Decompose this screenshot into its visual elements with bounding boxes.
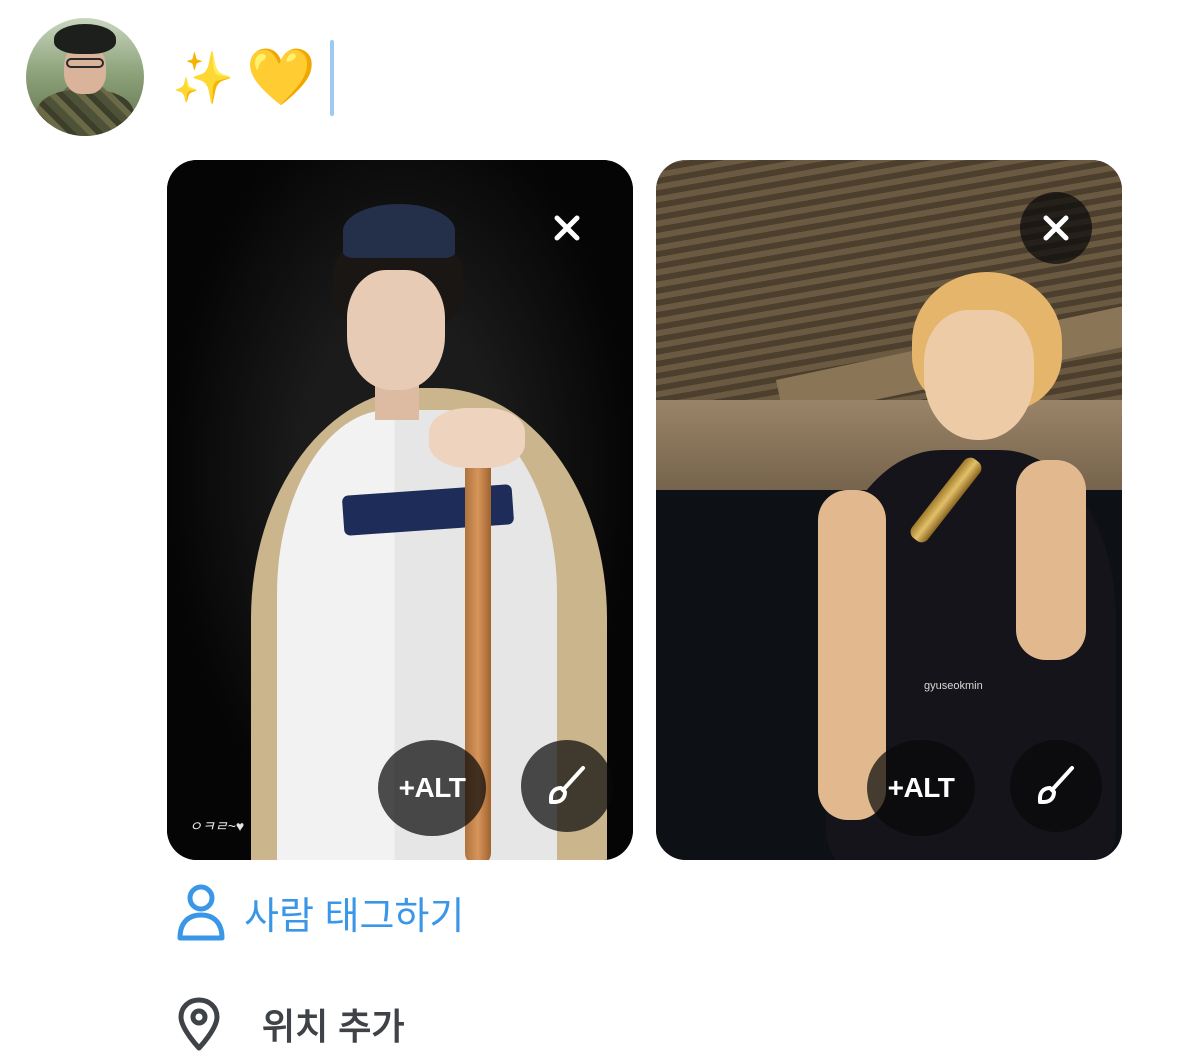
- photo-1-watermark: ㅇㅋㄹ~♥: [189, 818, 245, 834]
- media-card-1[interactable]: ㅇㅋㄹ~♥ +ALT: [167, 160, 633, 860]
- add-alt-text-button[interactable]: +ALT: [867, 740, 975, 836]
- add-location-button[interactable]: 위치 추가: [176, 996, 404, 1052]
- photo-1-cap: [343, 204, 455, 258]
- add-location-label: 위치 추가: [262, 1006, 405, 1047]
- photo-2-face: [924, 310, 1034, 440]
- remove-media-button[interactable]: [531, 192, 603, 264]
- tag-people-button[interactable]: 사람 태그하기: [176, 882, 464, 942]
- add-alt-text-button[interactable]: +ALT: [378, 740, 486, 836]
- close-icon: [554, 215, 580, 241]
- avatar-uniform: [36, 90, 134, 136]
- close-icon: [1043, 215, 1069, 241]
- brush-icon: [1038, 766, 1074, 804]
- photo-2-arm: [1016, 460, 1086, 660]
- photo-1-face: [347, 270, 445, 390]
- tag-people-label: 사람 태그하기: [244, 895, 465, 938]
- avatar-beret: [54, 24, 116, 54]
- avatar[interactable]: [26, 18, 144, 136]
- photo-2-watermark: gyuseokmin: [924, 680, 983, 692]
- location-pin-icon: [178, 997, 220, 1051]
- compose-screen: ✨ 💛 ㅇㅋㄹ~♥ +ALT gyuseokmin +ALT 사람 태그하기 위…: [0, 0, 1200, 1063]
- media-card-2[interactable]: gyuseokmin +ALT: [656, 160, 1122, 860]
- yellow-heart-emoji: 💛: [246, 45, 316, 110]
- compose-text-field[interactable]: ✨ 💛: [172, 40, 334, 116]
- avatar-glasses: [66, 58, 104, 68]
- sparkles-emoji: ✨: [172, 49, 235, 107]
- photo-1-hands: [429, 408, 525, 468]
- remove-media-button[interactable]: [1020, 192, 1092, 264]
- edit-media-button[interactable]: [521, 740, 613, 832]
- person-icon: [177, 884, 225, 941]
- edit-media-button[interactable]: [1010, 740, 1102, 832]
- brush-icon: [549, 766, 585, 804]
- text-caret: [330, 40, 334, 116]
